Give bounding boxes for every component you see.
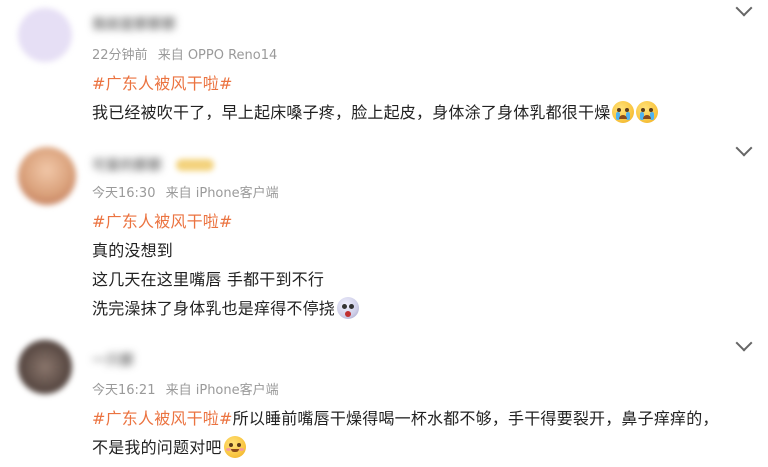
crying-emoji	[636, 101, 659, 123]
avatar[interactable]	[18, 147, 76, 205]
comment-feed: 我就是那那那 22分钟前 来自 OPPO Reno14 #广东人被风干啦# 我已…	[0, 0, 768, 467]
blush-emoji	[223, 436, 246, 458]
post-meta: 今天16:30 来自 iPhone客户端	[92, 182, 285, 201]
hashtag-link[interactable]: #广东人被风干啦#	[92, 70, 233, 94]
hashtag-link[interactable]: #广东人被风干啦#	[92, 409, 233, 428]
comment-text: #广东人被风干啦#所以睡前嘴唇干燥得喝一杯水都不够，手干得要裂开，鼻子痒痒的，	[92, 405, 719, 429]
chevron-down-icon[interactable]	[735, 0, 753, 17]
comment-item: 一只那 今天16:21 来自 iPhone客户端 #广东人被风干啦#所以睡前嘴唇…	[0, 330, 768, 467]
username[interactable]: 我就是那那那	[92, 14, 176, 34]
comment-text: 洗完澡抹了身体乳也是痒得不停挠	[92, 295, 360, 319]
comment-text: 不是我的问题对吧	[92, 434, 246, 458]
comment-item: 我就是那那那 22分钟前 来自 OPPO Reno14 #广东人被风干啦# 我已…	[0, 0, 768, 135]
comment-text-line: 洗完澡抹了身体乳也是痒得不停挠	[92, 299, 336, 318]
chevron-down-icon[interactable]	[735, 334, 753, 352]
post-time: 今天16:21	[92, 383, 156, 398]
comment-text-line: 所以睡前嘴唇干燥得喝一杯水都不够，手干得要裂开，鼻子痒痒的，	[232, 409, 719, 428]
comment-text-line: 我已经被吹干了，早上起床嗓子疼，脸上起皮，身体涂了身体乳都很干燥	[92, 103, 611, 122]
crazy-emoji	[337, 297, 360, 319]
comment-text-line: 这几天在这里嘴唇 手都干到不行	[92, 270, 325, 289]
post-meta: 今天16:21 来自 iPhone客户端	[92, 379, 285, 398]
post-source: 来自 iPhone客户端	[165, 383, 279, 398]
comment-text-line: 不是我的问题对吧	[92, 438, 222, 457]
vip-badge	[176, 159, 214, 171]
crying-emoji	[612, 101, 635, 123]
post-time: 22分钟前	[92, 48, 148, 63]
post-time: 今天16:30	[92, 186, 156, 201]
post-source: 来自 OPPO Reno14	[157, 48, 278, 63]
hashtag-link[interactable]: #广东人被风干啦#	[92, 208, 233, 232]
comment-text-line: 真的没想到	[92, 241, 174, 260]
post-meta: 22分钟前 来自 OPPO Reno14	[92, 44, 283, 63]
avatar[interactable]	[18, 8, 72, 62]
post-source: 来自 iPhone客户端	[165, 186, 279, 201]
username[interactable]: 一只那	[92, 350, 134, 370]
comment-text: 我已经被吹干了，早上起床嗓子疼，脸上起皮，身体涂了身体乳都很干燥	[92, 99, 659, 123]
avatar[interactable]	[18, 340, 72, 394]
comment-item: 可爱的那那 今天16:30 来自 iPhone客户端 #广东人被风干啦# 真的没…	[0, 135, 768, 325]
chevron-down-icon[interactable]	[735, 139, 753, 157]
username[interactable]: 可爱的那那	[92, 155, 162, 175]
